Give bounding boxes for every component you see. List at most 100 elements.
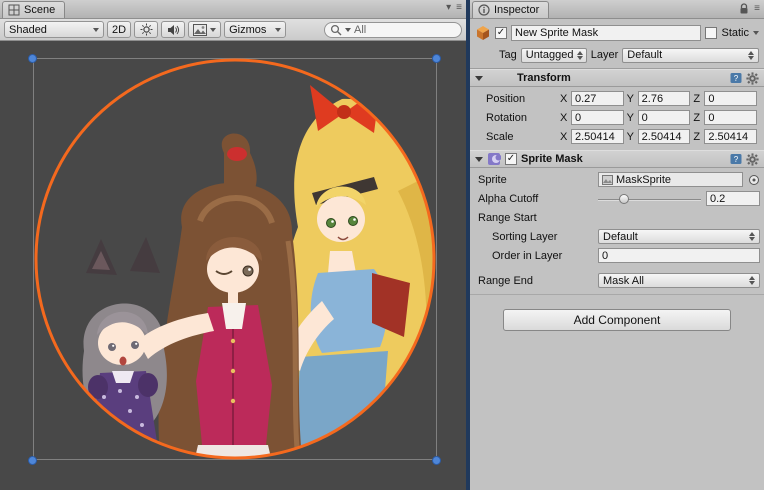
- axis-x-label: X: [560, 93, 568, 105]
- scene-viewport[interactable]: [0, 41, 466, 490]
- scene-toolbar: Shaded 2D Gizmos All: [0, 19, 466, 41]
- pane-menu-icon[interactable]: ≡: [754, 4, 760, 14]
- scene-panel: Scene ▾ ≡ Shaded 2D: [0, 0, 466, 490]
- chevron-down-icon: [275, 28, 281, 32]
- characters-illustration: [83, 85, 458, 479]
- scale-x-field[interactable]: 2.50414: [571, 129, 624, 144]
- axis-z-label: Z: [693, 131, 701, 143]
- transform-header[interactable]: Transform ?: [470, 69, 764, 87]
- sprite-mask-header[interactable]: ✓ Sprite Mask ?: [470, 150, 764, 168]
- tab-scene[interactable]: Scene: [2, 1, 65, 18]
- selection-handle-bottom-right[interactable]: [432, 456, 441, 465]
- layer-dropdown[interactable]: Default: [622, 48, 759, 63]
- tag-value: Untagged: [526, 49, 574, 61]
- object-picker-icon: [748, 174, 760, 186]
- scene-search-field[interactable]: All: [324, 22, 462, 38]
- check-icon: ✓: [497, 28, 505, 38]
- help-icon[interactable]: ?: [730, 72, 742, 84]
- audio-toggle-button[interactable]: [161, 21, 185, 38]
- shading-mode-label: Shaded: [9, 24, 47, 36]
- foldout-icon[interactable]: [475, 76, 483, 81]
- sprite-mask-title: Sprite Mask: [521, 153, 583, 165]
- sorting-layer-dropdown[interactable]: Default: [598, 229, 760, 244]
- lighting-toggle-button[interactable]: [134, 21, 158, 38]
- order-in-layer-field[interactable]: 0: [598, 248, 760, 263]
- sun-icon: [140, 23, 153, 36]
- add-component-button[interactable]: Add Component: [503, 309, 731, 331]
- updown-icon: [748, 51, 754, 60]
- chevron-down-icon: [93, 28, 99, 32]
- layer-label: Layer: [591, 49, 619, 61]
- transform-body: Position X0.27 Y2.76 Z0 Rotation X0 Y0 Z…: [470, 87, 764, 150]
- foldout-icon[interactable]: [475, 157, 483, 162]
- transform-header-icons: ?: [730, 72, 759, 85]
- 2d-toggle-button[interactable]: 2D: [107, 21, 131, 38]
- help-icon[interactable]: ?: [730, 153, 742, 165]
- chevron-down-icon: [345, 28, 351, 32]
- svg-text:?: ?: [734, 155, 739, 164]
- info-icon: [478, 4, 490, 16]
- rotation-z-field[interactable]: 0: [704, 110, 757, 125]
- sprite-mask-header-icons: ?: [730, 153, 759, 166]
- axis-y-label: Y: [627, 112, 635, 124]
- gear-icon[interactable]: [746, 72, 759, 85]
- component-enabled-checkbox[interactable]: ✓: [505, 153, 517, 165]
- scale-row: Scale X2.50414 Y2.50414 Z2.50414: [474, 128, 760, 145]
- active-checkbox[interactable]: ✓: [495, 27, 507, 39]
- sprite-thumb-icon: [602, 175, 613, 185]
- position-z-field[interactable]: 0: [704, 91, 757, 106]
- chevron-down-icon: [210, 28, 216, 32]
- selection-handle-top-left[interactable]: [28, 54, 37, 63]
- tag-label: Tag: [499, 49, 517, 61]
- tab-inspector[interactable]: Inspector: [472, 1, 549, 18]
- axis-z-label: Z: [693, 93, 701, 105]
- alpha-cutoff-slider[interactable]: [598, 192, 701, 206]
- scale-label: Scale: [474, 131, 560, 143]
- sorting-layer-row: Sorting Layer Default: [474, 228, 760, 245]
- add-component-area: Add Component: [470, 295, 764, 331]
- tab-scene-label: Scene: [24, 4, 55, 16]
- alpha-cutoff-label: Alpha Cutoff: [474, 193, 598, 205]
- transform-title: Transform: [517, 72, 571, 84]
- slider-thumb[interactable]: [619, 194, 629, 204]
- range-start-label: Range Start: [478, 212, 537, 224]
- pane-menu-icon[interactable]: ≡: [456, 3, 462, 13]
- position-x-field[interactable]: 0.27: [571, 91, 624, 106]
- gameobject-name-field[interactable]: New Sprite Mask: [511, 25, 701, 41]
- static-dropdown-icon[interactable]: [753, 31, 759, 35]
- lock-icon[interactable]: [739, 3, 749, 15]
- range-end-dropdown[interactable]: Mask All: [598, 273, 760, 288]
- selection-handle-bottom-left[interactable]: [28, 456, 37, 465]
- range-end-value: Mask All: [603, 275, 644, 287]
- range-end-row: Range End Mask All: [474, 272, 760, 289]
- grid-icon: [8, 4, 20, 16]
- sprite-object-field[interactable]: MaskSprite: [598, 172, 743, 187]
- scale-y-field[interactable]: 2.50414: [638, 129, 691, 144]
- unity-editor: Scene ▾ ≡ Shaded 2D: [0, 0, 764, 490]
- rotation-y-field[interactable]: 0: [638, 110, 691, 125]
- position-y-field[interactable]: 2.76: [638, 91, 691, 106]
- shading-mode-dropdown[interactable]: Shaded: [4, 21, 104, 38]
- selection-handle-top-right[interactable]: [432, 54, 441, 63]
- rotation-x-field[interactable]: 0: [571, 110, 624, 125]
- slider-track: [598, 199, 701, 201]
- alpha-cutoff-field[interactable]: 0.2: [706, 191, 760, 206]
- sprite-mask-body: Sprite MaskSprite Alpha Cutoff 0.2 Range: [470, 168, 764, 294]
- tab-inspector-label: Inspector: [494, 4, 539, 16]
- effects-dropdown-button[interactable]: [188, 21, 221, 38]
- static-checkbox[interactable]: [705, 27, 717, 39]
- object-picker-button[interactable]: [748, 174, 760, 186]
- inspector-header: ✓ New Sprite Mask Static Tag Untagged La…: [470, 19, 764, 69]
- pane-dropdown-icon[interactable]: ▾: [446, 3, 451, 13]
- gizmos-dropdown[interactable]: Gizmos: [224, 21, 286, 38]
- axis-y-label: Y: [627, 131, 635, 143]
- gameobject-row: ✓ New Sprite Mask Static: [475, 24, 759, 42]
- gear-icon[interactable]: [746, 153, 759, 166]
- rotation-label: Rotation: [474, 112, 560, 124]
- 2d-toggle-label: 2D: [112, 24, 126, 36]
- position-label: Position: [474, 93, 560, 105]
- scene-tabbar: Scene ▾ ≡: [0, 0, 466, 19]
- scale-z-field[interactable]: 2.50414: [704, 129, 757, 144]
- sprite-row: Sprite MaskSprite: [474, 171, 760, 188]
- tag-dropdown[interactable]: Untagged: [521, 48, 587, 63]
